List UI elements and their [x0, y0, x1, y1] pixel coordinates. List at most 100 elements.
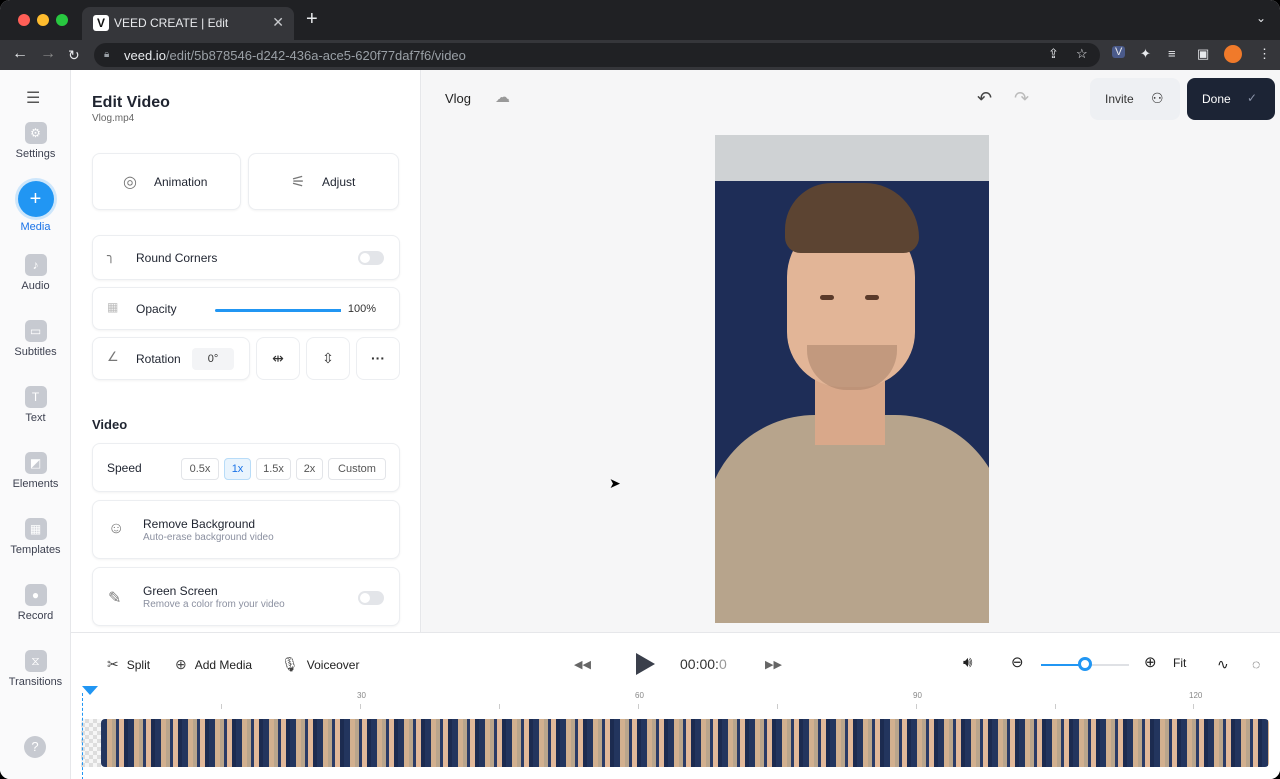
- opacity-value[interactable]: 100%: [341, 298, 383, 320]
- microphone-icon: 🎙︎: [281, 656, 299, 672]
- rail-item-media[interactable]: + Media: [0, 181, 71, 233]
- video-background-wall: [715, 135, 989, 185]
- ruler-label: 90: [913, 691, 922, 700]
- rail-item-subtitles[interactable]: ▭ Subtitles: [0, 320, 71, 358]
- waveform-icon[interactable]: ∿: [1217, 656, 1229, 673]
- cloud-saved-icon: ☁: [495, 89, 510, 106]
- round-corners-toggle[interactable]: [358, 251, 384, 265]
- rail-label: Audio: [21, 280, 50, 292]
- rail-label: Transitions: [8, 676, 63, 688]
- rotation-input[interactable]: 0°: [192, 348, 234, 370]
- add-media-button[interactable]: ⊕ Add Media: [175, 656, 252, 673]
- project-name[interactable]: Vlog: [445, 91, 471, 106]
- video-subject-shirt: [715, 415, 989, 623]
- video-clip-track[interactable]: [101, 719, 1269, 767]
- plus-icon: +: [17, 181, 54, 217]
- timeline: ✂ Split ⊕ Add Media 🎙︎ Voiceover ◀◀ 00:00:0…: [71, 632, 1280, 779]
- green-screen-toggle[interactable]: [358, 591, 384, 605]
- ruler-tick: [916, 704, 917, 709]
- opacity-label: Opacity: [136, 302, 177, 316]
- bookmark-star-icon[interactable]: ☆: [1076, 46, 1088, 62]
- side-panel-icon[interactable]: ▣: [1197, 46, 1209, 62]
- hamburger-menu-icon[interactable]: ☰: [26, 88, 40, 108]
- invite-button[interactable]: Invite ⚇: [1090, 78, 1180, 120]
- undo-icon[interactable]: ↶: [977, 88, 992, 109]
- more-options-icon[interactable]: ···: [356, 337, 400, 380]
- reload-icon[interactable]: ↻: [68, 47, 80, 64]
- rail-item-settings[interactable]: ⚙ Settings: [0, 122, 71, 160]
- forward-icon[interactable]: →: [40, 45, 56, 63]
- tab-search-icon[interactable]: ⌄: [1256, 11, 1266, 25]
- veed-extension-icon[interactable]: V: [1112, 46, 1126, 58]
- add-media-label: Add Media: [194, 658, 253, 672]
- invite-label: Invite: [1105, 92, 1134, 106]
- media-control-icon[interactable]: ≡: [1168, 46, 1176, 61]
- rail-item-record[interactable]: ● Record: [0, 584, 71, 622]
- minimize-window-button[interactable]: [37, 14, 49, 26]
- close-tab-icon[interactable]: ✕: [272, 14, 284, 31]
- url-path: /edit/5b878546-d242-436a-ace5-620f77daf7…: [165, 48, 466, 63]
- remove-background-button[interactable]: ☺ Remove Background Auto-erase backgroun…: [92, 500, 400, 559]
- rail-item-transitions[interactable]: ⧖ Transitions: [0, 650, 71, 688]
- veed-editor: ☰ ⚙ Settings + Media ♪ Audio ▭ Subtitles T Te…: [0, 70, 1280, 779]
- rail-label: Settings: [15, 148, 56, 160]
- preview-canvas: Vlog ☁ ↶ ↷ Invite ⚇ Done ✓ ➤: [422, 70, 1280, 632]
- playhead-handle[interactable]: [82, 686, 98, 695]
- split-button[interactable]: ✂ Split: [107, 656, 150, 673]
- rail-item-templates[interactable]: ▦ Templates: [0, 518, 71, 556]
- browser-tab[interactable]: V VEED CREATE | Edit ✕: [82, 7, 294, 40]
- redo-icon[interactable]: ↷: [1014, 88, 1029, 109]
- url-field[interactable]: 🔒︎ veed.io/edit/5b878546-d242-436a-ace5-…: [94, 43, 1100, 67]
- rail-item-text[interactable]: T Text: [0, 386, 71, 424]
- new-tab-button[interactable]: +: [306, 8, 318, 31]
- speed-option-custom[interactable]: Custom: [328, 458, 386, 480]
- rail-item-elements[interactable]: ◩ Elements: [0, 452, 71, 490]
- video-preview[interactable]: [715, 135, 989, 623]
- time-main: 00:00:: [680, 656, 719, 672]
- timeline-ruler[interactable]: 30 60 90 120: [71, 691, 1280, 711]
- adjust-button[interactable]: ⚟ Adjust: [248, 153, 399, 210]
- timeline-empty-slot: [81, 719, 101, 767]
- opacity-slider-track[interactable]: [215, 309, 347, 312]
- back-icon[interactable]: ←: [12, 45, 28, 63]
- rail-item-audio[interactable]: ♪ Audio: [0, 254, 71, 292]
- done-button[interactable]: Done ✓: [1187, 78, 1275, 120]
- rotation-label: Rotation: [136, 352, 181, 366]
- green-screen-title: Green Screen: [143, 584, 218, 598]
- time-frame: 0: [718, 656, 727, 672]
- flip-vertical-icon[interactable]: ⇳: [306, 337, 350, 380]
- speed-option-2x[interactable]: 2x: [296, 458, 323, 480]
- zoom-in-icon[interactable]: ⊕: [1144, 653, 1157, 671]
- zoom-slider-handle[interactable]: [1078, 657, 1092, 671]
- speed-option-0-5x[interactable]: 0.5x: [181, 458, 219, 480]
- skip-forward-icon[interactable]: ▶▶: [765, 658, 782, 671]
- comment-icon[interactable]: ◌: [1252, 656, 1260, 672]
- help-icon[interactable]: ?: [24, 736, 46, 758]
- color-picker-icon: ✎: [108, 590, 122, 607]
- time-display: 00:00:0: [680, 656, 727, 672]
- ruler-tick: [221, 704, 222, 709]
- fit-button[interactable]: Fit: [1173, 656, 1186, 670]
- voiceover-button[interactable]: 🎙︎ Voiceover: [281, 656, 359, 673]
- share-icon[interactable]: ⇪: [1048, 46, 1059, 62]
- subtitles-icon: ▭: [24, 320, 47, 342]
- skip-back-icon[interactable]: ◀◀: [574, 658, 591, 671]
- zoom-out-icon[interactable]: ⊖: [1011, 653, 1024, 671]
- speed-option-1x[interactable]: 1x: [224, 458, 251, 480]
- green-screen-row: ✎ Green Screen Remove a color from your …: [92, 567, 400, 626]
- rail-label: Text: [25, 412, 46, 424]
- elements-icon: ◩: [24, 452, 47, 474]
- close-window-button[interactable]: [18, 14, 30, 26]
- ruler-tick: [638, 704, 639, 709]
- animation-button[interactable]: ◎ Animation: [92, 153, 241, 210]
- play-icon[interactable]: [636, 653, 655, 675]
- text-icon: T: [24, 386, 47, 408]
- ruler-tick: [1055, 704, 1056, 709]
- flip-horizontal-icon[interactable]: ⇹: [256, 337, 300, 380]
- browser-menu-icon[interactable]: ⋮: [1258, 46, 1271, 62]
- extensions-puzzle-icon[interactable]: ✦: [1140, 46, 1151, 62]
- volume-icon[interactable]: 🔊︎: [963, 654, 972, 671]
- maximize-window-button[interactable]: [56, 14, 68, 26]
- profile-avatar[interactable]: [1224, 45, 1242, 63]
- speed-option-1-5x[interactable]: 1.5x: [256, 458, 291, 480]
